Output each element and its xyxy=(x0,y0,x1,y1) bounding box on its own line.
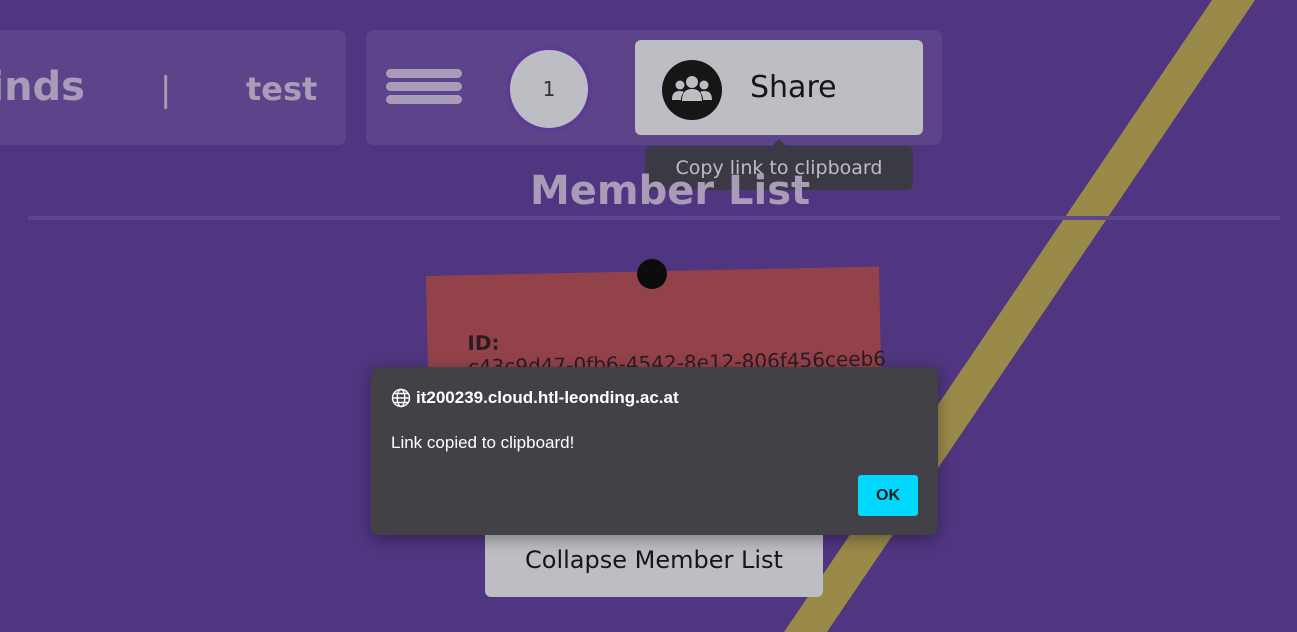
group-icon xyxy=(662,60,722,120)
title-separator: | xyxy=(160,70,172,110)
globe-icon xyxy=(391,388,411,408)
alert-message: Link copied to clipboard! xyxy=(391,433,575,452)
share-button[interactable]: Share xyxy=(635,40,923,135)
ok-button[interactable]: OK xyxy=(858,475,918,516)
collapse-button-label: Collapse Member List xyxy=(525,546,783,574)
app-name: inds xyxy=(0,64,85,110)
alert-origin: it200239.cloud.htl-leonding.ac.at xyxy=(391,387,679,409)
board-name: test xyxy=(246,70,318,108)
section-divider xyxy=(28,216,1280,220)
share-label: Share xyxy=(750,70,837,105)
note-id-label: ID: xyxy=(467,330,500,356)
member-count-badge[interactable]: 1 xyxy=(506,46,592,132)
alert-host: it200239.cloud.htl-leonding.ac.at xyxy=(416,388,679,407)
pin-icon xyxy=(637,259,667,289)
member-list-title: Member List xyxy=(530,168,811,214)
alert-dialog: it200239.cloud.htl-leonding.ac.at Link c… xyxy=(371,367,938,535)
hamburger-menu-icon[interactable] xyxy=(386,69,462,105)
board-canvas[interactable]: inds | test 1 Share Copy link to clipboa… xyxy=(0,0,1297,632)
